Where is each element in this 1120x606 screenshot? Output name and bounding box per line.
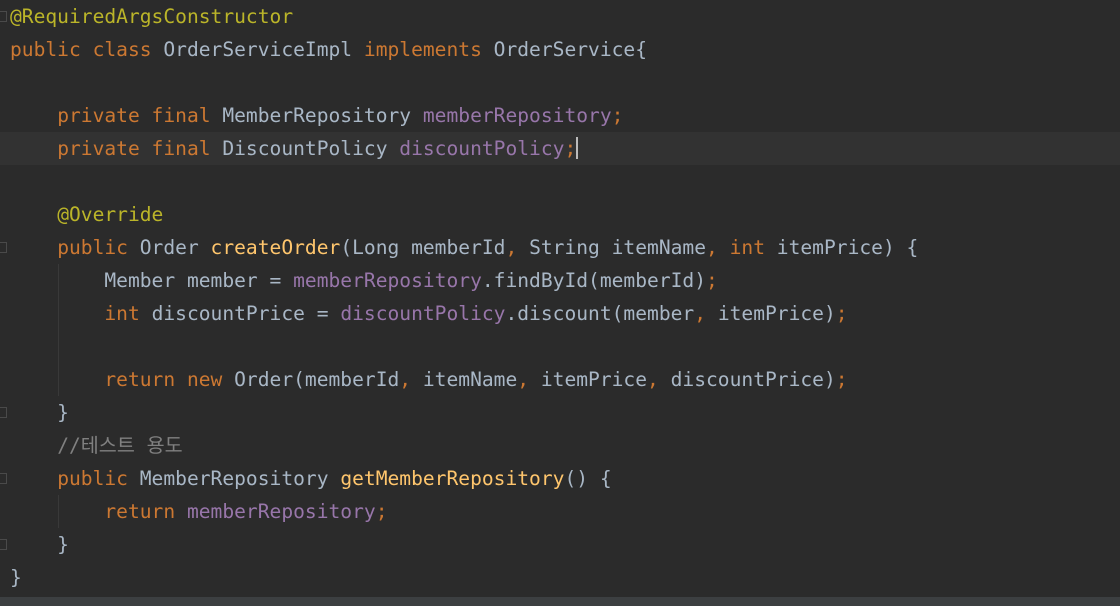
code-line[interactable]: private final DiscountPolicy discountPol… [0,132,1120,165]
code-token-keyword: implements [363,38,494,61]
code-token-punct: ; [564,137,577,160]
code-token-punct: , [517,368,541,391]
code-token-plain: itemPrice) { [776,236,919,259]
code-token-plain: Member member = [10,269,294,292]
code-token-plain: () { [564,467,612,490]
code-token-punct: , [399,368,423,391]
code-line[interactable] [10,330,1120,363]
code-token-punct: , [647,368,671,391]
code-token-punct: ; [706,269,718,292]
code-token-plain: MemberRepository [222,104,423,127]
code-token-plain: .discount(member [505,302,695,325]
code-token-field: discountPolicy [399,137,565,160]
code-line[interactable]: } [10,561,1120,594]
code-line[interactable]: public MemberRepository getMemberReposit… [10,462,1120,495]
code-token-punct: , [706,236,730,259]
code-token-plain: } [10,566,22,589]
code-line[interactable]: @RequiredArgsConstructor [10,0,1120,33]
code-token-punct: , [505,236,530,259]
code-token-punct: ; [611,104,624,127]
code-line[interactable] [10,165,1120,198]
code-token-keyword: return [104,500,187,523]
code-token-plain: OrderService{ [493,38,648,61]
code-token-keyword: private final [57,104,223,127]
code-token-keyword: public [57,467,140,490]
horizontal-scrollbar[interactable] [0,597,1120,606]
code-lines[interactable]: @RequiredArgsConstructor public class Ord… [0,0,1120,594]
code-token-field: memberRepository [293,269,482,292]
text-caret [576,136,579,159]
code-line[interactable]: //테스트 용도 [10,429,1120,462]
code-token-keyword: return new [104,368,235,391]
code-token-punct: ; [835,368,848,391]
code-token-plain: Order [139,236,211,259]
code-token-keyword: public [57,236,140,259]
code-editor[interactable]: @RequiredArgsConstructor public class Ord… [0,0,1120,606]
code-token-plain: Order(memberId [234,368,400,391]
code-line[interactable]: Member member = memberRepository.findByI… [10,264,1120,297]
code-line[interactable]: return new Order(memberId, itemName, ite… [10,363,1120,396]
code-line[interactable] [10,66,1120,99]
code-line[interactable]: @Override [10,198,1120,231]
code-token-keyword: int [104,302,152,325]
code-line[interactable]: public class OrderServiceImpl implements… [10,33,1120,66]
code-token-plain: (Long memberId [340,236,506,259]
code-token-annotation: @Override [57,203,164,226]
code-token-plain: itemPrice [540,368,648,391]
code-token-plain: } [10,533,69,556]
code-token-punct: ; [835,302,848,325]
code-token-punct: , [694,302,718,325]
code-token-comment: //테스트 용도 [57,434,183,457]
code-token-plain: } [10,401,69,424]
code-token-method-decl: getMemberRepository [340,467,565,490]
code-line[interactable]: int discountPrice = discountPolicy.disco… [10,297,1120,330]
code-token-plain: MemberRepository [139,467,341,490]
fold-marker-icon[interactable] [0,11,7,22]
code-token-punct: ; [375,500,388,523]
fold-marker-icon[interactable] [0,473,7,484]
code-token-plain: OrderServiceImpl [163,38,364,61]
fold-marker-icon[interactable] [0,407,7,418]
code-token-plain: itemName [422,368,518,391]
code-token-plain: String itemName [529,236,707,259]
code-token-field: memberRepository [422,104,612,127]
code-token-method-decl: createOrder [210,236,341,259]
code-token-annotation: @RequiredArgsConstructor [10,5,294,28]
code-token-keyword: int [729,236,777,259]
code-token-keyword: public class [10,38,164,61]
code-line[interactable]: return memberRepository; [10,495,1120,528]
code-token-field: discountPolicy [340,302,506,325]
code-token-plain: itemPrice) [717,302,836,325]
fold-marker-icon[interactable] [0,242,7,253]
code-token-field: memberRepository [186,500,376,523]
code-line[interactable]: } [10,528,1120,561]
code-token-plain: .findById(memberId) [481,269,707,292]
code-token-keyword: private final [57,137,223,160]
fold-marker-icon[interactable] [0,539,7,550]
code-line[interactable]: } [10,396,1120,429]
code-token-plain: discountPrice = [151,302,341,325]
code-line[interactable]: public Order createOrder(Long memberId, … [10,231,1120,264]
code-token-plain: discountPrice) [670,368,836,391]
code-token-plain: DiscountPolicy [222,137,400,160]
code-line[interactable]: private final MemberRepository memberRep… [10,99,1120,132]
